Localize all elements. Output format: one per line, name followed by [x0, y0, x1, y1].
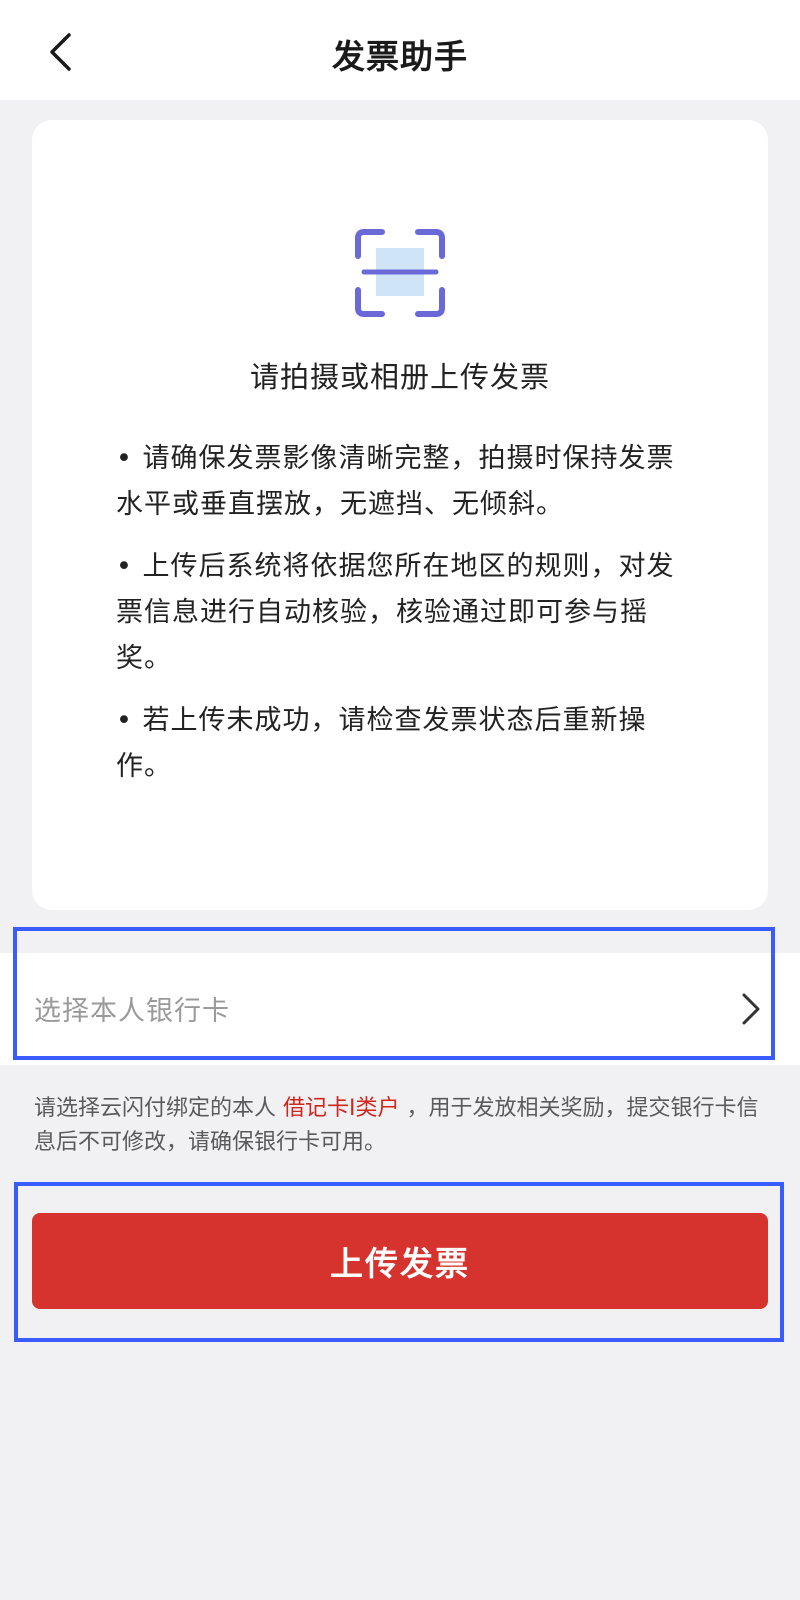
- bank-card-note: 请选择云闪付绑定的本人 借记卡I类户 ，用于发放相关奖励，提交银行卡信息后不可修…: [34, 1092, 770, 1160]
- note-text: 请选择云闪付绑定的本人: [34, 1096, 283, 1121]
- tips-list: • 请确保发票影像清晰完整，拍摄时保持发票水平或垂直摆放，无遮挡、无倾斜。 • …: [116, 436, 696, 806]
- annotation-highlight-box: [13, 927, 775, 1060]
- scan-icon: [355, 229, 445, 317]
- upload-heading: 请拍摄或相册上传发票: [249, 360, 550, 394]
- tip-item: • 请确保发票影像清晰完整，拍摄时保持发票水平或垂直摆放，无遮挡、无倾斜。: [116, 443, 675, 520]
- tip-item: • 若上传未成功，请检查发票状态后重新操作。: [116, 705, 647, 782]
- top-nav-bar: 发票助手: [0, 0, 800, 100]
- debit-card-type-link: 借记卡I类户: [283, 1096, 400, 1121]
- annotation-highlight-box: [14, 1182, 784, 1342]
- tip-item: • 上传后系统将依据您所在地区的规则，对发票信息进行自动核验，核验通过即可参与摇…: [116, 551, 675, 674]
- page-title: 发票助手: [332, 37, 468, 76]
